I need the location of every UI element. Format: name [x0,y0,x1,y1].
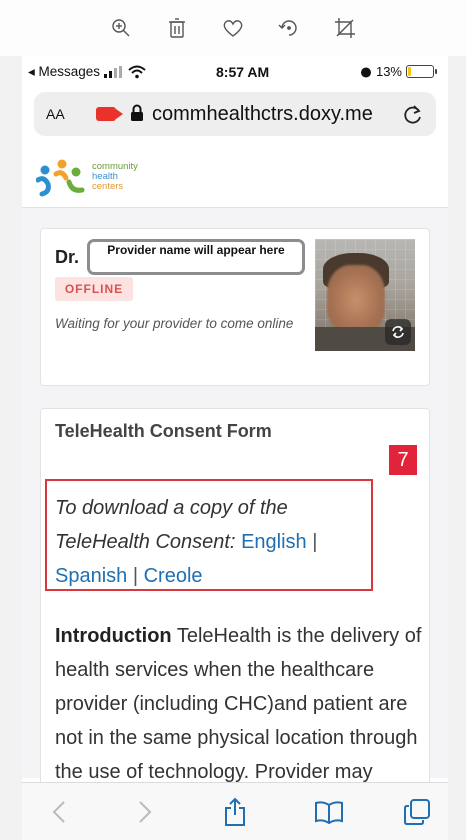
trash-icon[interactable] [164,15,190,41]
camera-in-use-icon[interactable] [96,107,123,121]
heart-icon[interactable] [220,15,246,41]
share-button[interactable] [218,795,252,829]
forward-button[interactable] [128,795,162,829]
site-header: community health centers [22,148,448,208]
back-button[interactable] [42,795,76,829]
chevron-left-icon [52,801,65,823]
provider-title: Dr. [55,247,80,267]
alarm-icon [360,67,371,77]
provider-card: Dr. Provider name will appear here OFFLI… [40,228,430,386]
step-number-badge: 7 [389,445,417,475]
reader-settings-button[interactable]: AA [46,103,65,125]
link-separator: | [312,531,318,553]
creole-consent-link[interactable]: Creole [144,565,203,587]
self-video-preview [315,239,415,351]
logo-text: community health centers [92,162,138,192]
lock-icon [131,104,143,121]
bookmarks-button[interactable] [312,795,346,829]
photo-viewer-toolbar [0,0,466,56]
status-bar: ◂ Messages 8:57 AM 13% [22,56,448,88]
crop-icon[interactable] [332,15,358,41]
clock: 8:57 AM [216,64,270,80]
reload-icon[interactable] [402,102,424,126]
status-right: 13% [360,64,437,79]
introduction-heading: Introduction [55,625,172,647]
english-consent-link[interactable]: English [241,531,307,553]
provider-name-placeholder: Provider name will appear here [87,239,305,275]
wifi-icon [128,65,146,79]
chevron-right-icon [139,801,152,823]
share-icon [225,797,245,826]
switch-camera-icon [392,326,404,338]
back-to-app-link[interactable]: ◂ Messages [28,64,100,80]
switch-camera-button[interactable] [385,319,411,345]
logo-line-centers: centers [92,181,124,192]
download-instructions: To download a copy of the TeleHealth Con… [55,491,375,593]
zoom-in-icon[interactable] [108,15,134,41]
phone-screen: ◂ Messages 8:57 AM 13% AA commhealthctrs… [22,56,448,840]
consent-card: TeleHealth Consent Form 7 To download a … [40,408,430,817]
waiting-message: Waiting for your provider to come online [55,316,294,331]
url-text[interactable]: commhealthctrs.doxy.me [152,103,373,126]
browser-bottom-toolbar [22,782,448,840]
rotate-icon[interactable] [276,15,302,41]
signal-icon [104,66,123,78]
consent-title: TeleHealth Consent Form [55,421,272,441]
community-health-centers-logo [36,159,85,197]
book-icon [315,801,343,824]
status-left: ◂ Messages [28,64,146,80]
battery-percent: 13% [375,64,402,79]
status-badge: OFFLINE [55,277,133,301]
tabs-button[interactable] [400,795,434,829]
address-bar[interactable]: AA commhealthctrs.doxy.me [34,92,436,136]
web-page: community health centers Dr. Provider na… [22,148,448,817]
link-separator: | [132,565,139,587]
battery-icon [406,65,437,78]
spanish-consent-link[interactable]: Spanish [55,565,127,587]
tabs-icon [404,799,430,825]
